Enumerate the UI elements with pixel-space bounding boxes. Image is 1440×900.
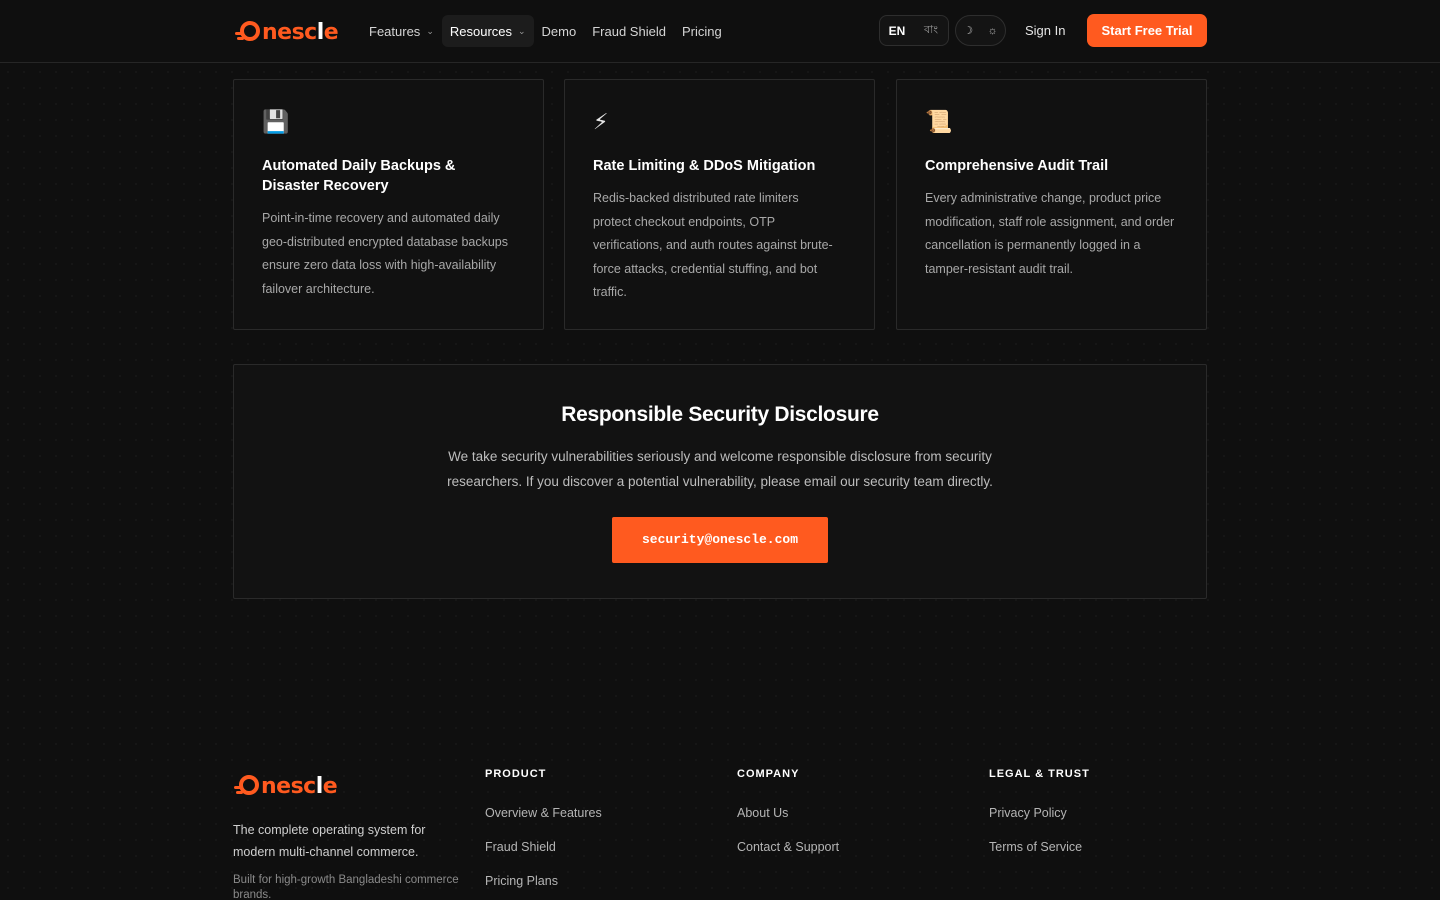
nav-item-pricing[interactable]: Pricing [674,15,730,47]
footer-link-contact[interactable]: Contact & Support [737,840,839,856]
footer-subtagline: Built for high-growth Bangladeshi commer… [233,874,459,900]
footer-column-product: PRODUCT Overview & Features Fraud Shield… [485,768,602,890]
sign-in-link[interactable]: Sign In [1025,23,1065,38]
nav-item-demo[interactable]: Demo [534,15,585,47]
sun-icon[interactable]: ☼ [988,25,998,37]
logo-mark-icon [234,773,260,799]
footer-link-pricing-plans[interactable]: Pricing Plans [485,874,602,890]
feature-card-rate-limiting: ⚡ Rate Limiting & DDoS Mitigation Redis-… [564,79,875,330]
footer-column-heading: COMPANY [737,768,800,780]
footer-link-overview[interactable]: Overview & Features [485,806,602,822]
moon-icon[interactable]: ☽ [963,24,973,37]
card-title: Automated Daily Backups & Disaster Recov… [262,158,456,194]
nav-item-features[interactable]: Features ⌄ [361,15,442,47]
card-title: Rate Limiting & DDoS Mitigation [593,158,816,174]
feature-card-backups: 💾 Automated Daily Backups & Disaster Rec… [233,79,544,330]
section-description: We take security vulnerabilities serious… [447,449,993,489]
card-body: Every administrative change, product pri… [925,191,1175,276]
card-body: Point-in-time recovery and automated dai… [262,211,508,296]
top-navbar: nescle Features ⌄ Resources ⌄ Demo Fraud… [0,0,1440,63]
nav-item-resources[interactable]: Resources ⌄ [441,15,534,47]
section-title: Responsible Security Disclosure [561,403,879,426]
footer-column-heading: PRODUCT [485,768,547,780]
nav-item-fraud-shield[interactable]: Fraud Shield [584,15,674,47]
lang-en-option[interactable]: EN [880,24,914,38]
footer-column-heading: LEGAL & TRUST [989,768,1090,780]
card-title: Comprehensive Audit Trail [925,158,1109,174]
chevron-down-icon: ⌄ [426,25,434,36]
floppy-disk-icon: 💾 [262,109,290,134]
footer-link-terms[interactable]: Terms of Service [989,840,1090,856]
chevron-down-icon: ⌄ [518,25,526,36]
footer-column-company: COMPANY About Us Contact & Support [737,768,839,856]
logo-mark-icon [235,19,261,45]
brand-logo[interactable]: nescle [235,14,339,50]
logo-wordmark: nescle [262,19,339,45]
logo-wordmark: nescle [261,773,338,799]
footer-link-fraud-shield[interactable]: Fraud Shield [485,840,602,856]
lightning-icon: ⚡ [593,109,609,134]
footer-link-about[interactable]: About Us [737,806,839,822]
feature-card-audit-trail: 📜 Comprehensive Audit Trail Every admini… [896,79,1207,330]
footer-column-legal: LEGAL & TRUST Privacy Policy Terms of Se… [989,768,1090,856]
scroll-icon: 📜 [925,109,953,134]
security-email-button[interactable]: security@onescle.com [612,517,828,563]
theme-toggle[interactable]: ☽ ☼ [955,15,1006,46]
language-switcher: EN বাং [879,15,949,46]
security-disclosure-section: Responsible Security Disclosure We take … [233,364,1207,599]
footer-link-privacy[interactable]: Privacy Policy [989,806,1090,822]
lang-bn-option[interactable]: বাং [914,21,948,40]
footer-logo[interactable]: nescle [234,768,338,804]
nav-links: Features ⌄ Resources ⌄ Demo Fraud Shield… [361,15,730,47]
start-free-trial-button[interactable]: Start Free Trial [1087,14,1207,47]
footer-tagline: The complete operating system for modern… [233,823,426,859]
card-body: Redis-backed distributed rate limiters p… [593,191,833,299]
